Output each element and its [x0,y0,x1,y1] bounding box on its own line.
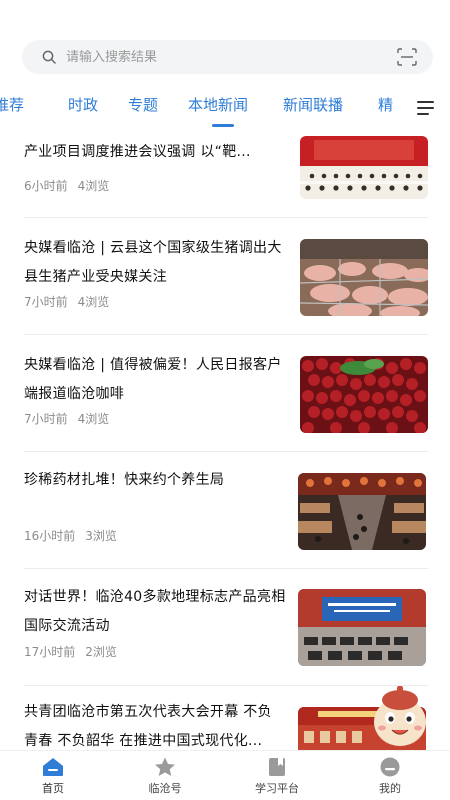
news-meta: 7小时前 4浏览 [24,410,109,427]
bottom-nav: 首页 临沧号 学习平台 我的 [0,750,450,800]
category-tabs: 推荐 时政 专题 本地新闻 新闻联播 精 [0,86,410,126]
divider [24,568,428,569]
news-thumbnail [300,356,428,433]
book-icon [269,758,285,776]
nav-lincang-account[interactable]: 临沧号 [125,755,205,796]
news-meta: 17小时前 2浏览 [24,643,117,660]
nav-profile[interactable]: 我的 [350,755,430,796]
mascot-icon[interactable] [370,682,430,748]
news-time: 17小时前 [24,645,76,659]
news-meta: 7小时前 4浏览 [24,293,109,310]
news-views: 4浏览 [77,295,110,309]
news-thumbnail [300,239,428,316]
news-views: 4浏览 [77,179,110,193]
nav-profile-label: 我的 [379,782,401,795]
tab-news-broadcast[interactable]: 新闻联播 [283,94,343,115]
divider [24,217,428,218]
news-meta: 16小时前 3浏览 [24,527,117,544]
scan-icon[interactable] [397,48,417,66]
news-views: 3浏览 [85,529,117,543]
nav-study-platform[interactable]: 学习平台 [237,755,317,796]
news-time: 7小时前 [24,412,68,426]
divider [24,451,428,452]
news-time: 7小时前 [24,295,68,309]
search-icon [42,50,56,64]
news-title: 共青团临沧市第五次代表大会开幕 不负青春 不负韶华 在推进中国式现代化... [24,704,272,749]
search-bar[interactable] [22,40,433,74]
menu-icon[interactable] [417,101,434,115]
tab-topics[interactable]: 专题 [128,94,158,115]
news-list: 产业项目调度推进会议强调 以“靶... 6小时前 4浏览 央媒看临沧 | 云县这个… [0,128,450,750]
search-input[interactable] [66,49,366,65]
tab-recommend[interactable]: 推荐 [0,94,24,115]
tab-local-news[interactable]: 本地新闻 [188,94,248,115]
profile-icon [380,757,400,777]
news-title: 珍稀药材扎堆！快来约个养生局 [24,472,225,488]
nav-study-platform-label: 学习平台 [255,782,299,795]
news-time: 16小时前 [24,529,76,543]
star-icon [155,757,175,776]
news-title: 产业项目调度推进会议强调 以“靶... [24,144,251,160]
news-thumbnail [300,136,428,199]
news-title: 对话世界！临沧40多款地理标志产品亮相国际交流活动 [24,589,286,634]
news-thumbnail [298,473,426,550]
news-title: 央媒看临沧 | 值得被偏爱！人民日报客户端报道临沧咖啡 [24,357,282,402]
nav-home-label: 首页 [42,782,64,795]
active-tab-indicator [212,124,234,127]
news-meta: 6小时前 4浏览 [24,177,109,194]
nav-lincang-account-label: 临沧号 [148,782,182,795]
news-views: 4浏览 [77,412,110,426]
news-title: 央媒看临沧 | 云县这个国家级生猪调出大县生猪产业受央媒关注 [24,240,282,285]
home-icon [43,758,63,776]
nav-home[interactable]: 首页 [13,755,93,796]
news-thumbnail [298,589,426,666]
tab-politics[interactable]: 时政 [68,94,98,115]
news-time: 6小时前 [24,179,68,193]
divider [24,685,428,686]
tab-featured[interactable]: 精 [378,94,393,115]
news-views: 2浏览 [85,645,117,659]
divider [24,334,428,335]
